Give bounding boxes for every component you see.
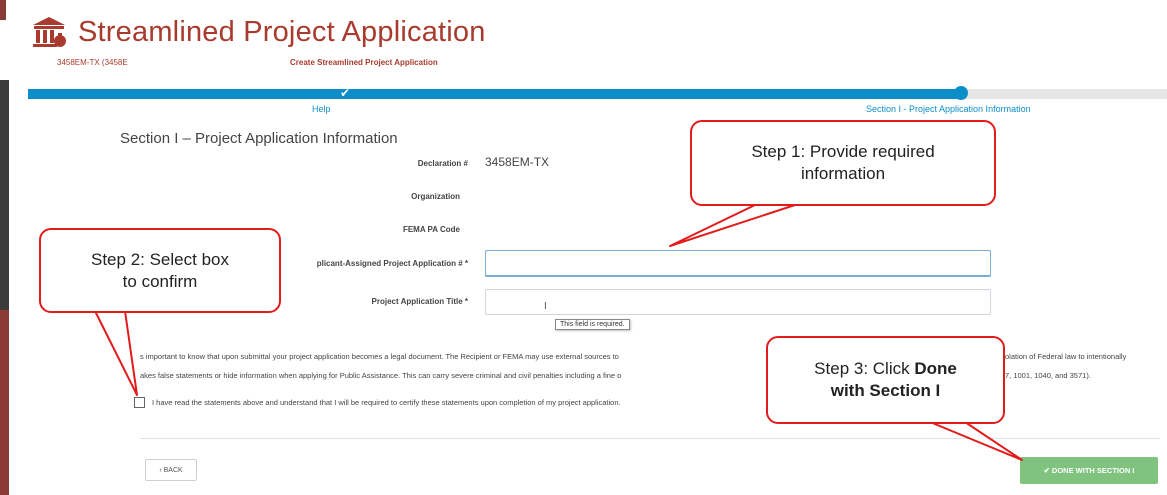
left-accent-dark	[0, 80, 9, 310]
callout-step-2-line-2: to confirm	[122, 271, 198, 291]
certify-label[interactable]: I have read the statements above and und…	[152, 398, 621, 407]
current-step-dot	[954, 86, 968, 100]
create-crumb[interactable]: Create Streamlined Project Application	[290, 58, 438, 67]
app-number-input[interactable]	[485, 250, 991, 276]
left-accent-top	[0, 0, 6, 20]
app-title-label: Project Application Title *	[371, 297, 468, 306]
callout-step-3-prefix: Step 3: Click	[814, 359, 915, 378]
legal-line-2: akes false statements or hide informatio…	[140, 371, 622, 380]
legal-line-1-right: olation of Federal law to intentionally	[1005, 352, 1127, 361]
app-title-input[interactable]	[485, 289, 991, 315]
callout-step-3-bold: Done	[914, 359, 957, 378]
callout-step-3-line-2: with Section I	[830, 381, 941, 400]
step-section-1[interactable]: Section I - Project Application Informat…	[866, 104, 1031, 114]
app-header: Streamlined Project Application	[30, 14, 486, 50]
app-number-label: plicant-Assigned Project Application # *	[316, 259, 468, 268]
callout-step-2: Step 2: Select box to confirm	[39, 228, 281, 313]
back-button[interactable]: ‹ BACK	[145, 459, 197, 481]
check-icon: ✔	[339, 86, 351, 100]
legal-line-2-right: 7, 1001, 1040, and 3571).	[1005, 371, 1091, 380]
step-help[interactable]: Help	[312, 104, 331, 114]
section-title: Section I – Project Application Informat…	[120, 130, 398, 147]
declaration-label: Declaration #	[417, 159, 468, 168]
callout-step-3-line-1: Step 3: Click Done	[814, 358, 957, 380]
done-with-section-button[interactable]: ✔ DONE WITH SECTION I	[1020, 457, 1158, 484]
callout-step-3: Step 3: Click Done with Section I	[766, 336, 1005, 424]
organization-label: Organization	[411, 192, 460, 201]
legal-line-1: s important to know that upon submittal …	[140, 352, 619, 361]
page-title: Streamlined Project Application	[78, 15, 486, 48]
declaration-crumb[interactable]: 3458EM-TX (3458E	[57, 58, 128, 67]
callout-step-1-line-2: information	[800, 164, 886, 183]
callout-step-1-line-1: Step 1: Provide required	[751, 142, 935, 161]
app-frame: Streamlined Project Application 3458EM-T…	[0, 0, 1167, 495]
certify-checkbox[interactable]	[134, 397, 145, 408]
left-accent-red	[0, 310, 9, 495]
progress-fill	[28, 89, 963, 99]
courthouse-icon	[33, 17, 66, 47]
pa-code-label: FEMA PA Code	[402, 225, 460, 234]
divider	[140, 438, 1160, 439]
text-cursor-icon: I	[544, 301, 547, 312]
declaration-value: 3458EM-TX	[485, 155, 550, 169]
required-tooltip: This field is required.	[555, 319, 630, 330]
progress-bar: ✔	[28, 84, 1167, 102]
callout-step-2-line-1: Step 2: Select box	[91, 249, 229, 269]
callout-step-1: Step 1: Provide required information	[690, 120, 996, 206]
